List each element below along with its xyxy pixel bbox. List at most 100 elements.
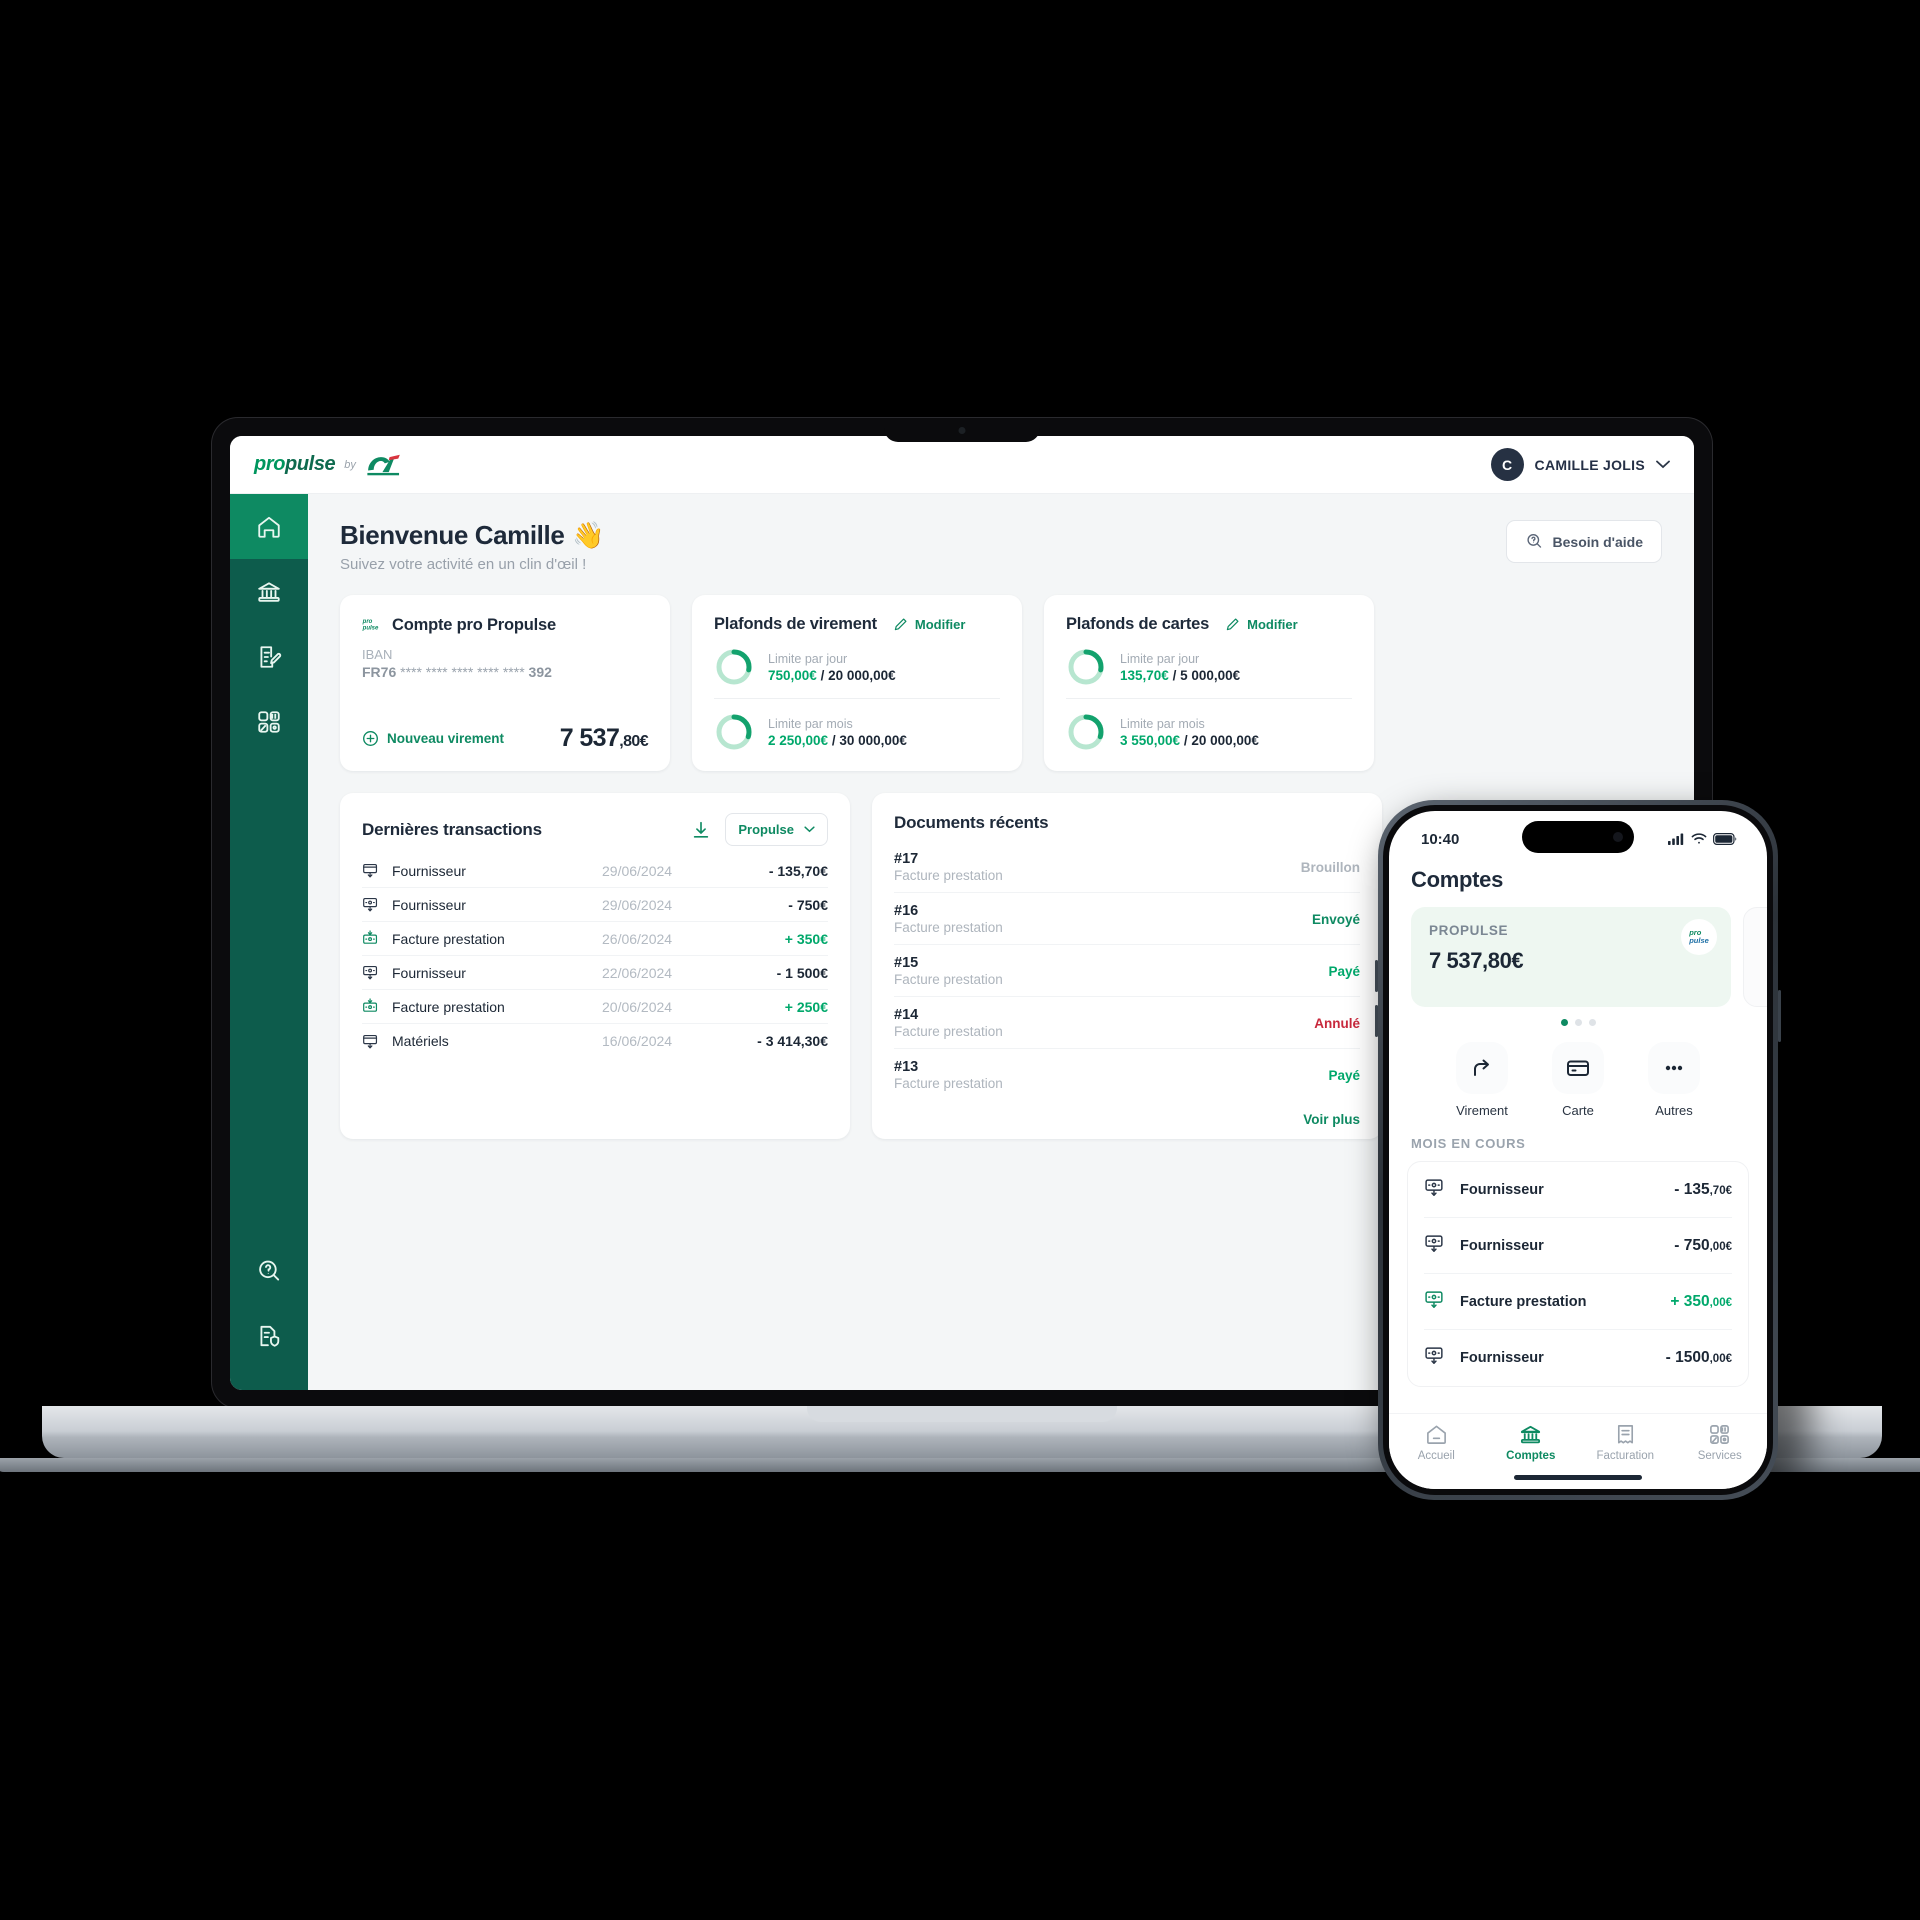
- amount-main: + 350: [1670, 1292, 1710, 1310]
- quick-action-card[interactable]: Carte: [1552, 1042, 1604, 1118]
- list-item[interactable]: #17 Facture prestation Brouillon: [894, 841, 1360, 893]
- transfer-limits-header: Plafonds de virement Modifier: [714, 615, 1000, 634]
- limit-used: 2 250,00€: [768, 732, 829, 748]
- limit-used: 750,00€: [768, 667, 817, 683]
- laptop-notch: [884, 418, 1040, 442]
- table-row[interactable]: Matériels 16/06/2024 - 3 414,30€: [362, 1024, 828, 1058]
- documents-title: Documents récents: [894, 813, 1049, 832]
- transaction-amount: + 350,00€: [1670, 1293, 1732, 1311]
- transaction-amount: - 1 500€: [776, 964, 828, 981]
- mobile-account-card-next[interactable]: [1743, 907, 1767, 1007]
- user-menu[interactable]: C CAMILLE JOLIS: [1490, 448, 1670, 481]
- limit-sep: /: [1180, 732, 1192, 748]
- list-item[interactable]: Facture prestation + 350,00€: [1424, 1274, 1732, 1330]
- balance-main: 7 537: [559, 724, 620, 752]
- table-row[interactable]: Facture prestation 26/06/2024 + 350€: [362, 922, 828, 956]
- edit-transfer-limits-button[interactable]: Modifier: [893, 617, 966, 632]
- month-section-label: MOIS EN COURS: [1411, 1136, 1526, 1151]
- iban-mask: **** **** **** **** ****: [400, 664, 525, 680]
- status-badge: Payé: [1328, 1067, 1360, 1083]
- list-item[interactable]: #16 Facture prestation Envoyé: [894, 893, 1360, 945]
- mobile-account-card[interactable]: PROPULSE 7 537,80€ pro pulse: [1411, 907, 1731, 1007]
- account-card-header: pro pulse Compte pro Propulse: [362, 615, 648, 635]
- document-number: #13: [894, 1059, 919, 1075]
- list-item[interactable]: #13 Facture prestation Payé: [894, 1049, 1360, 1100]
- sidebar-item-invoicing[interactable]: [230, 624, 308, 689]
- transfer-in-icon: [362, 930, 384, 947]
- sidebar-nav: [230, 494, 308, 1390]
- mobile-page-title: Comptes: [1411, 867, 1504, 892]
- carousel-dot-1[interactable]: [1560, 1019, 1568, 1026]
- list-item[interactable]: #14 Facture prestation Annulé: [894, 997, 1360, 1049]
- amount-cents: ,00€: [1709, 1296, 1732, 1309]
- document-number: #16: [894, 903, 919, 919]
- list-item[interactable]: #15 Facture prestation Payé: [894, 945, 1360, 997]
- document-info: #14 Facture prestation: [894, 1007, 1003, 1039]
- quick-action-transfer[interactable]: Virement: [1456, 1042, 1508, 1118]
- chevron-down-icon[interactable]: [1656, 460, 1670, 469]
- table-row[interactable]: Facture prestation 20/06/2024 + 250€: [362, 990, 828, 1024]
- card-limits-title: Plafonds de cartes: [1066, 615, 1210, 633]
- volume-up-button[interactable]: [1375, 960, 1378, 992]
- carousel-dot-2[interactable]: [1574, 1019, 1582, 1026]
- document-type: Facture prestation: [894, 972, 1003, 987]
- see-more-link[interactable]: Voir plus: [894, 1100, 1360, 1127]
- list-item[interactable]: Fournisseur - 1500,00€: [1424, 1330, 1732, 1386]
- tab-accueil[interactable]: Accueil: [1389, 1423, 1484, 1462]
- list-item[interactable]: Fournisseur - 750,00€: [1424, 1218, 1732, 1274]
- laptop-base-notch: [807, 1406, 1117, 1422]
- account-filter-select[interactable]: Propulse: [725, 813, 828, 846]
- carousel-dot-3[interactable]: [1588, 1019, 1596, 1026]
- accounts-carousel[interactable]: PROPULSE 7 537,80€ pro pulse: [1389, 893, 1767, 1007]
- help-search-icon: [1526, 534, 1541, 548]
- limit-label: Limite par mois: [768, 716, 853, 731]
- sidebar-item-documents[interactable]: [230, 1303, 308, 1368]
- table-row[interactable]: Fournisseur 29/06/2024 - 135,70€: [362, 854, 828, 888]
- transfer-arrow-icon: [1474, 1059, 1489, 1076]
- help-button[interactable]: Besoin d'aide: [1505, 520, 1662, 563]
- quick-actions: Virement Carte Autres: [1389, 1042, 1767, 1118]
- wifi-icon: [1691, 833, 1707, 844]
- battery-icon: [1713, 833, 1737, 845]
- document-info: #17 Facture prestation: [894, 851, 1003, 883]
- status-badge: Annulé: [1314, 1015, 1360, 1031]
- transaction-label: Fournisseur: [392, 964, 466, 981]
- home-indicator[interactable]: [1514, 1475, 1642, 1480]
- brand-logo[interactable]: propulse by: [254, 453, 403, 477]
- tab-label: Comptes: [1506, 1450, 1556, 1462]
- new-transfer-button[interactable]: Nouveau virement: [362, 730, 504, 747]
- volume-down-button[interactable]: [1375, 1005, 1378, 1037]
- edit-card-limits-button[interactable]: Modifier: [1225, 617, 1298, 632]
- carousel-dots[interactable]: [1389, 1019, 1767, 1026]
- cellular-signal-icon: [1668, 833, 1684, 845]
- tab-facturation[interactable]: Facturation: [1578, 1423, 1673, 1462]
- sidebar-item-help[interactable]: [230, 1238, 308, 1303]
- quick-action-others[interactable]: Autres: [1648, 1042, 1700, 1118]
- tab-comptes[interactable]: Comptes: [1484, 1423, 1579, 1462]
- sidebar-item-accounts[interactable]: [230, 559, 308, 624]
- power-button[interactable]: [1778, 990, 1781, 1042]
- edit-transfer-limits-label: Modifier: [914, 617, 966, 632]
- iban-label: IBAN: [362, 647, 393, 662]
- list-item[interactable]: Fournisseur - 135,70€: [1424, 1162, 1732, 1218]
- table-row[interactable]: Fournisseur 22/06/2024 - 1 500€: [362, 956, 828, 990]
- transaction-amount: - 750,00€: [1674, 1237, 1732, 1255]
- pencil-icon: [1226, 618, 1239, 631]
- transaction-date: 29/06/2024: [602, 862, 673, 879]
- welcome-subtitle: Suivez votre activité en un clin d'œil !: [340, 556, 587, 573]
- transaction-date: 22/06/2024: [602, 964, 673, 981]
- download-icon[interactable]: [691, 820, 711, 840]
- limit-sep: /: [1168, 667, 1181, 683]
- tab-services[interactable]: Services: [1673, 1423, 1768, 1462]
- sidebar-item-home[interactable]: [230, 494, 308, 559]
- limit-value: 135,70€ / 5 000,00€: [1120, 668, 1240, 683]
- transactions-panel: Dernières transactions Propulse Fourniss…: [340, 793, 850, 1139]
- account-card[interactable]: pro pulse Compte pro Propulse IBAN FR76 …: [340, 595, 670, 771]
- transfer-down-icon: [1424, 1177, 1454, 1203]
- ellipsis-icon-wrap: [1648, 1042, 1700, 1094]
- chevron-down-icon: [804, 826, 815, 833]
- table-row[interactable]: Fournisseur 29/06/2024 - 750€: [362, 888, 828, 922]
- propulse-badge-text: pro pulse: [1689, 929, 1709, 945]
- sidebar-item-services[interactable]: [230, 689, 308, 754]
- phone-frame: 10:40 Comptes PROPULSE 7 537,80€ pro pul…: [1375, 800, 1781, 1500]
